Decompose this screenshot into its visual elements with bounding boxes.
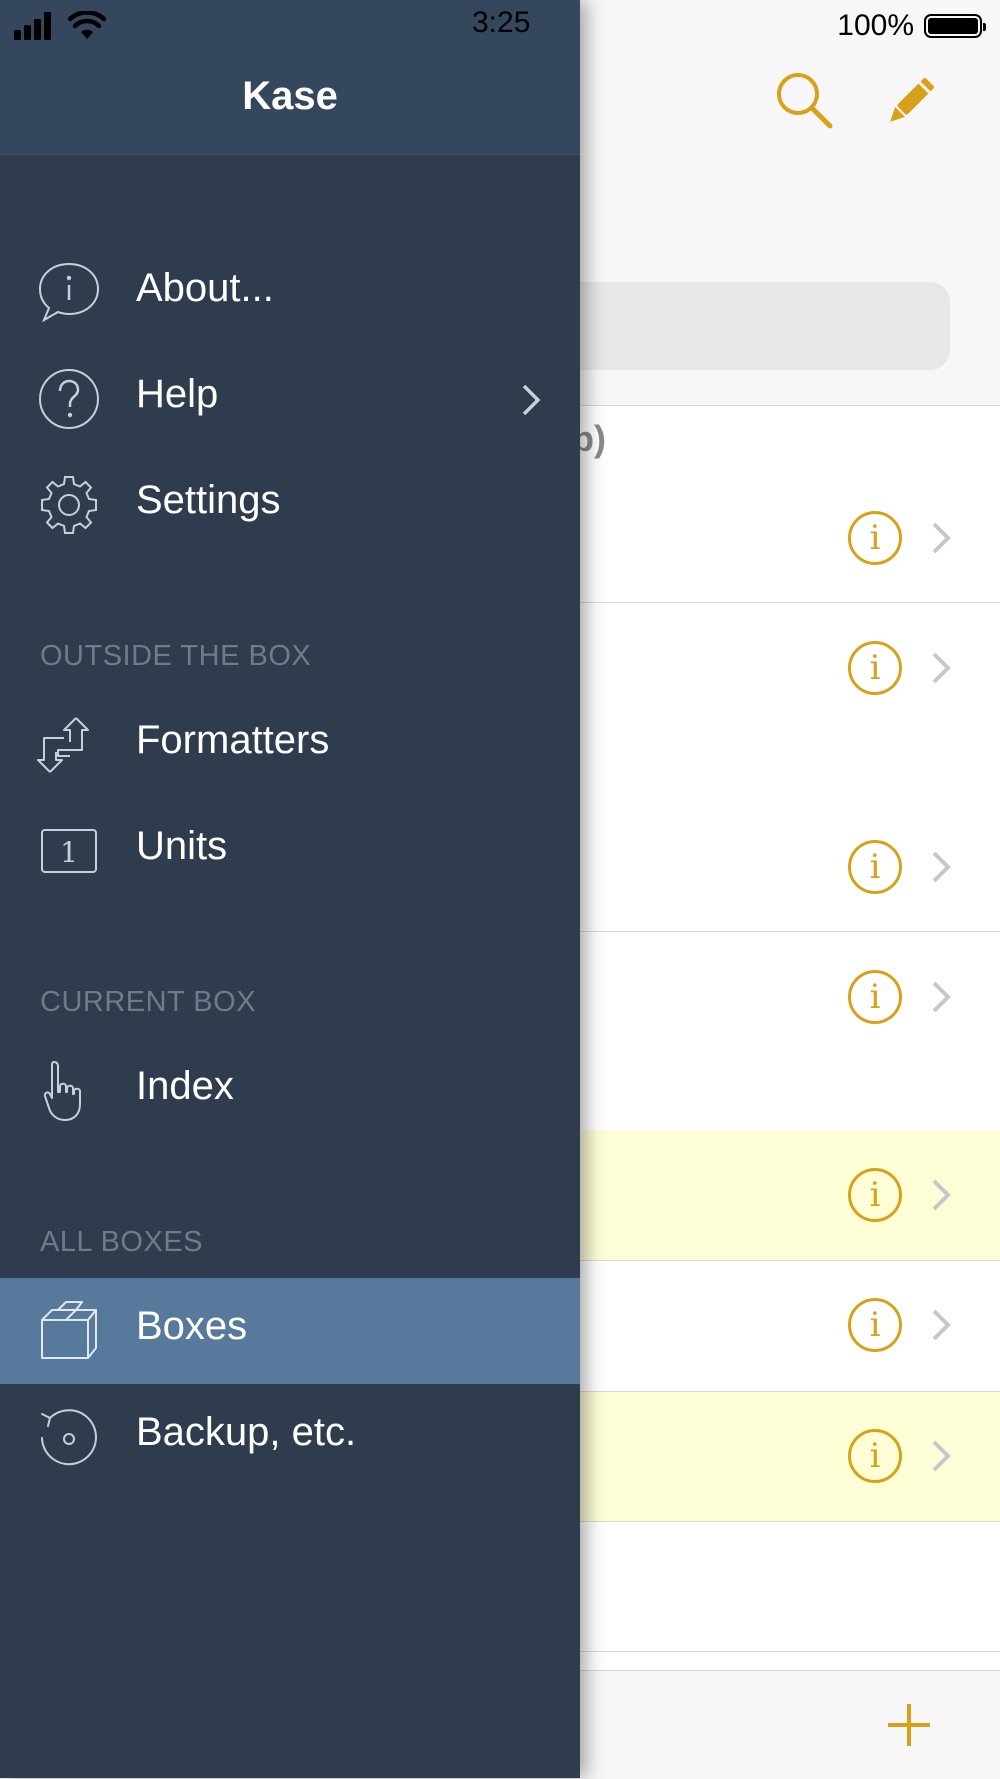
chevron-right-icon [932, 851, 951, 883]
chevron-right-icon [932, 981, 951, 1013]
info-icon[interactable]: i [848, 641, 902, 695]
menu-item-label: Boxes [136, 1304, 248, 1348]
menu-item-settings[interactable]: Settings [0, 452, 580, 558]
chevron-right-icon [522, 384, 541, 416]
menu-item-label: Formatters [136, 718, 330, 762]
formatters-arrows-icon [37, 717, 89, 773]
pencil-icon[interactable] [880, 72, 940, 132]
gear-icon [41, 476, 97, 534]
battery-percentage: 100% [837, 9, 914, 42]
section-header-outside-the-box: OUTSIDE THE BOX [40, 640, 312, 672]
status-bar-left [14, 8, 106, 44]
units-icon: 1 [41, 829, 97, 873]
menu-title: Kase [242, 74, 338, 118]
box-icon [41, 1301, 97, 1359]
menu-item-label: Units [136, 824, 228, 868]
search-field[interactable] [540, 282, 950, 370]
menu-item-help[interactable]: Help [0, 346, 580, 452]
menu-item-label: Index [136, 1064, 234, 1108]
chevron-right-icon [932, 1440, 951, 1472]
section-header-all-boxes: ALL BOXES [40, 1226, 204, 1258]
info-icon[interactable]: i [848, 1298, 902, 1352]
menu-item-about[interactable]: About... [0, 240, 580, 346]
chevron-right-icon [932, 1179, 951, 1211]
menu-item-units[interactable]: 1 Units [0, 798, 580, 904]
menu-item-label: Backup, etc. [136, 1410, 357, 1454]
pointing-hand-icon [43, 1061, 81, 1121]
menu-item-formatters[interactable]: Formatters [0, 692, 580, 798]
info-icon[interactable]: i [848, 1168, 902, 1222]
status-bar-right: 100% [837, 6, 986, 46]
question-icon [39, 369, 99, 429]
battery-icon [924, 14, 986, 38]
menu-item-label: Help [136, 372, 219, 416]
info-icon[interactable]: i [848, 840, 902, 894]
menu-item-label: About... [136, 266, 274, 310]
chevron-right-icon [932, 652, 951, 684]
add-icon[interactable] [884, 1700, 934, 1750]
backup-restore-icon [41, 1409, 97, 1466]
status-time: 3:25 [472, 6, 531, 39]
section-header-current-box: CURRENT BOX [40, 986, 257, 1018]
info-bubble-icon [38, 262, 100, 323]
info-icon[interactable]: i [848, 1429, 902, 1483]
wifi-icon [68, 11, 106, 39]
menu-item-index[interactable]: Index [0, 1038, 580, 1144]
info-icon[interactable]: i [848, 511, 902, 565]
menu-item-boxes[interactable]: Boxes [0, 1278, 580, 1384]
menu-item-label: Settings [136, 478, 281, 522]
chevron-right-icon [932, 522, 951, 554]
cellular-signal-icon [14, 12, 51, 40]
search-icon[interactable] [774, 70, 836, 132]
side-menu: 3:25 Kase About... Help Settings OUTSIDE… [0, 0, 580, 1778]
menu-item-backup[interactable]: Backup, etc. [0, 1384, 580, 1490]
menu-header: 3:25 Kase [0, 0, 580, 155]
svg-text:1: 1 [60, 836, 78, 869]
info-icon[interactable]: i [848, 970, 902, 1024]
chevron-right-icon [932, 1309, 951, 1341]
